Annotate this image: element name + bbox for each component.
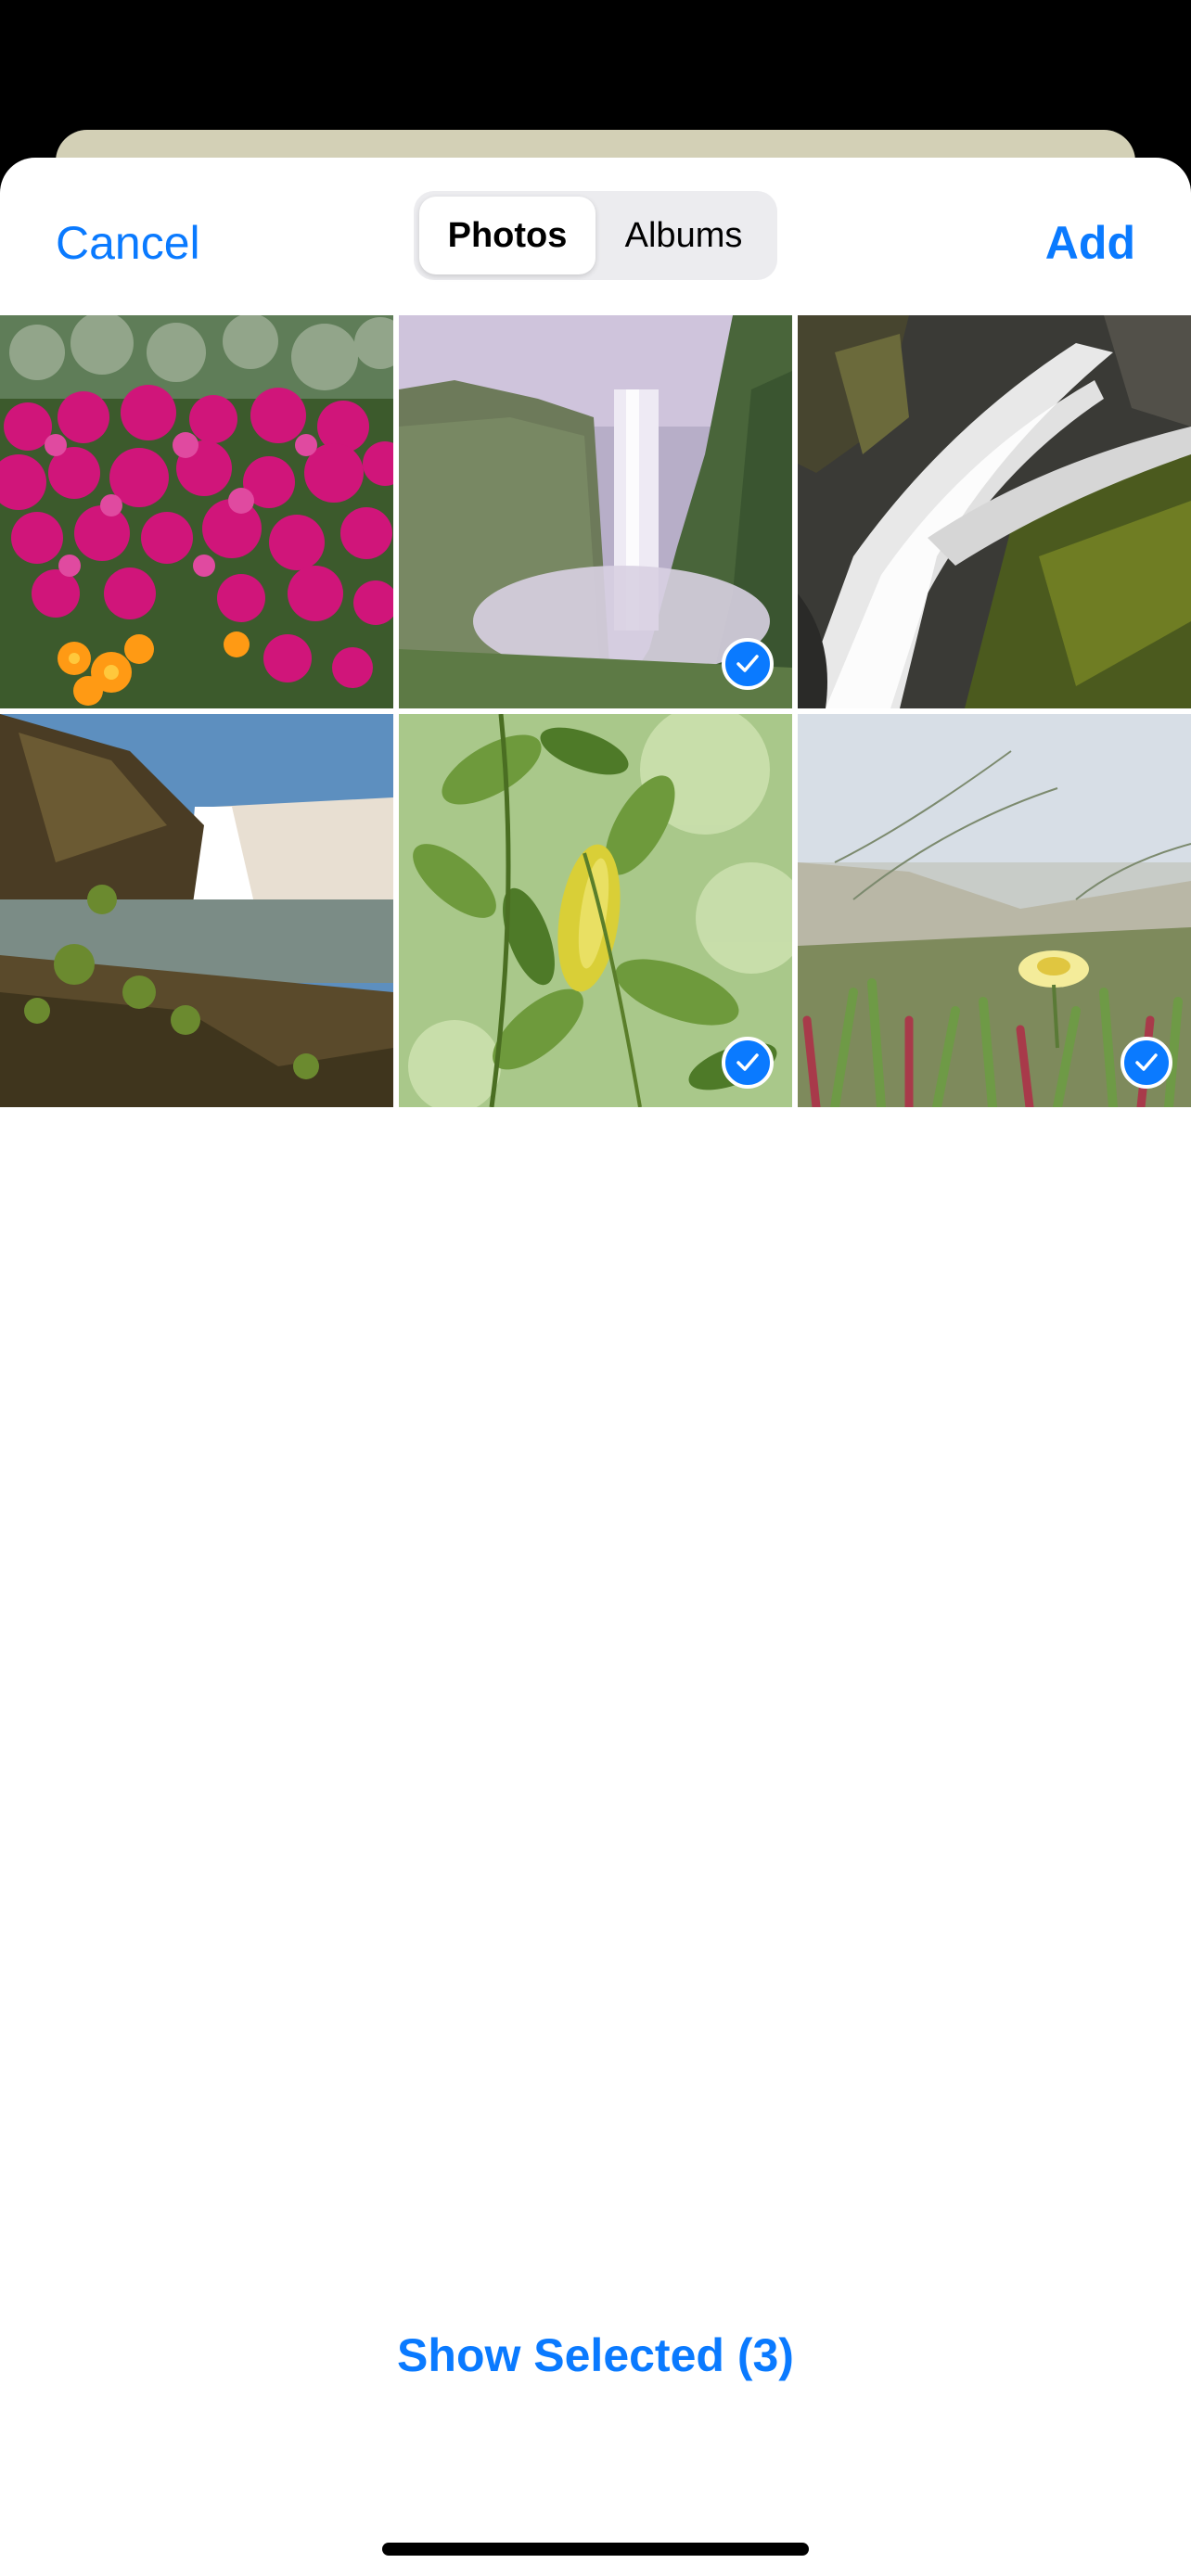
waterfall-rocks-photo <box>798 315 1191 708</box>
photo-grid <box>0 315 1191 1107</box>
shore-waterfall-photo <box>0 714 393 1107</box>
photo-thumbnail[interactable] <box>798 315 1191 708</box>
cancel-button[interactable]: Cancel <box>56 206 200 280</box>
home-indicator[interactable] <box>382 2543 809 2556</box>
photo-thumbnail[interactable] <box>798 714 1191 1107</box>
selected-checkmark-icon <box>722 1037 774 1089</box>
photo-thumbnail[interactable] <box>399 315 792 708</box>
screen: Cancel Photos Albums Add Show Selected (… <box>0 0 1191 2576</box>
add-button[interactable]: Add <box>1045 206 1135 280</box>
photo-thumbnail[interactable] <box>0 315 393 708</box>
photo-thumbnail[interactable] <box>399 714 792 1107</box>
tab-albums[interactable]: Albums <box>596 197 772 274</box>
photo-picker-sheet: Cancel Photos Albums Add Show Selected (… <box>0 158 1191 2576</box>
photo-thumbnail[interactable] <box>0 714 393 1107</box>
tab-photos[interactable]: Photos <box>419 197 596 274</box>
navigation-bar: Cancel Photos Albums Add <box>0 158 1191 315</box>
selected-checkmark-icon <box>722 638 774 690</box>
show-selected-button[interactable]: Show Selected (3) <box>0 2318 1191 2392</box>
photos-albums-segmented-control: Photos Albums <box>414 191 777 280</box>
selected-checkmark-icon <box>1121 1037 1172 1089</box>
pink-flowers-photo <box>0 315 393 708</box>
